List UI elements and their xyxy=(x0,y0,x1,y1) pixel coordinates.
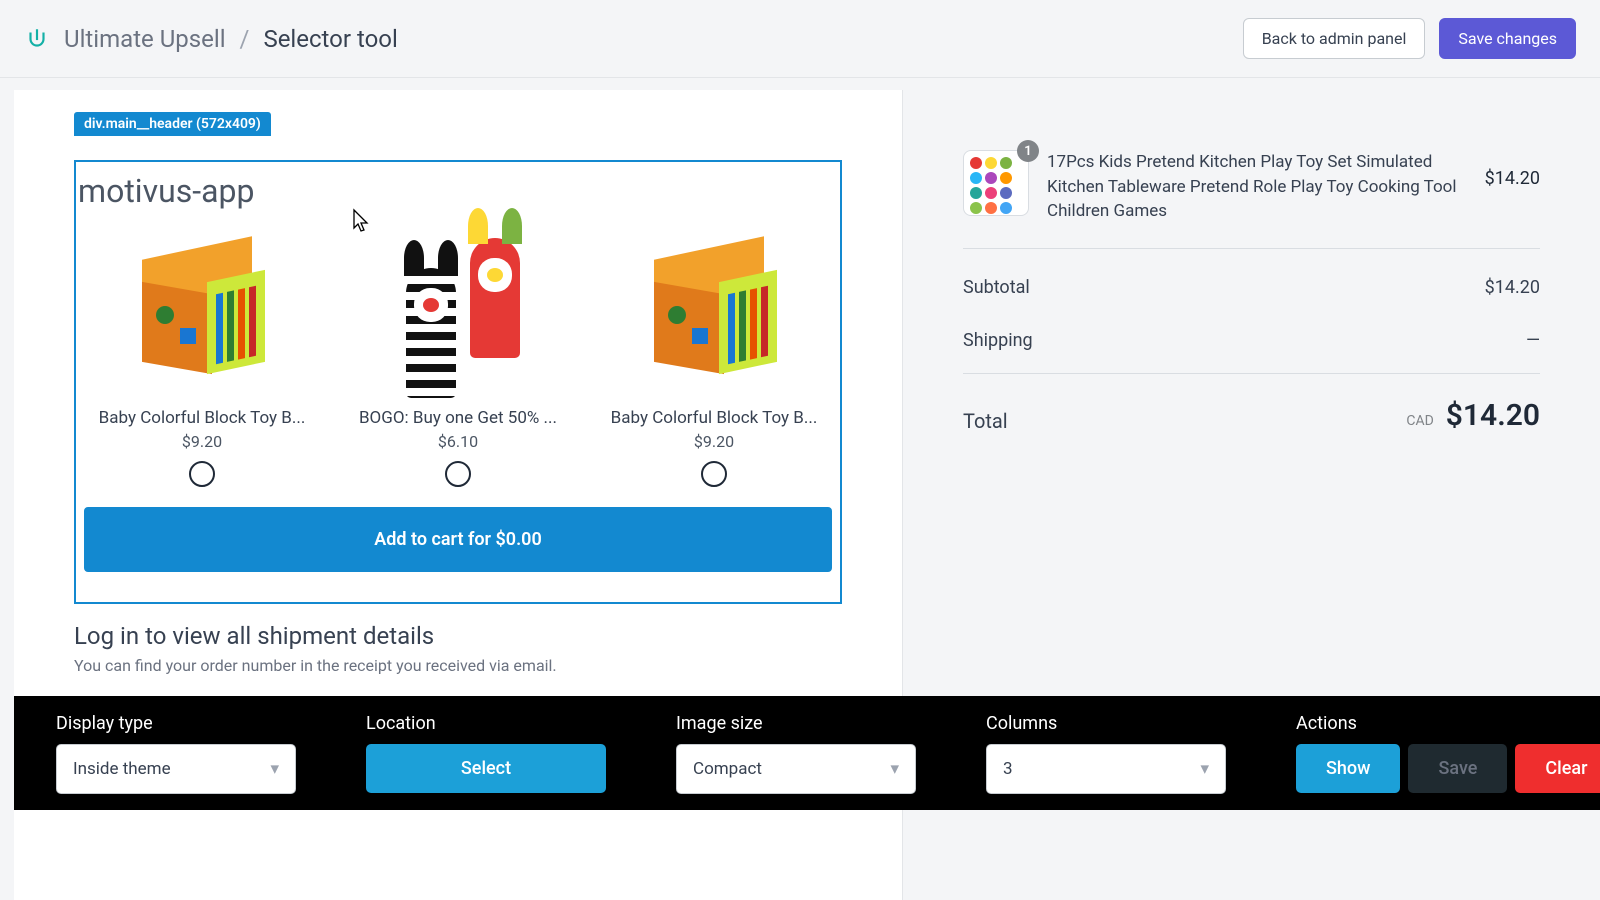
product-name: BOGO: Buy one Get 50% ... xyxy=(340,408,576,428)
breadcrumb-page: Selector tool xyxy=(263,25,397,53)
shipping-value: — xyxy=(1526,330,1540,351)
cart-line-item: 1 17Pcs Kids Pretend Kitchen Play Toy Se… xyxy=(963,150,1540,249)
subtotal-row: Subtotal $14.20 xyxy=(963,261,1540,314)
columns-group: Columns 3 ▾ xyxy=(986,713,1226,794)
image-size-label: Image size xyxy=(676,713,916,734)
display-type-value: Inside theme xyxy=(73,759,171,779)
image-size-value: Compact xyxy=(693,759,762,779)
product-card[interactable]: Baby Colorful Block Toy B... $9.20 xyxy=(84,228,320,487)
cart-thumbnail-wrap: 1 xyxy=(963,150,1029,216)
subtotal-value: $14.20 xyxy=(1485,277,1540,298)
cart-quantity-badge: 1 xyxy=(1017,140,1039,162)
back-to-admin-button[interactable]: Back to admin panel xyxy=(1243,18,1426,59)
product-image xyxy=(122,228,282,398)
cart-item-price: $14.20 xyxy=(1485,150,1540,189)
inspector-tooltip: div.main__header (572x409) xyxy=(74,112,271,136)
save-button[interactable]: Save xyxy=(1408,744,1507,793)
total-amount: $14.20 xyxy=(1446,398,1540,433)
display-type-select[interactable]: Inside theme ▾ xyxy=(56,744,296,794)
show-button[interactable]: Show xyxy=(1296,744,1400,793)
image-size-group: Image size Compact ▾ xyxy=(676,713,916,794)
add-to-cart-button[interactable]: Add to cart for $0.00 xyxy=(84,507,832,572)
total-label: Total xyxy=(963,409,1008,433)
selected-element-box[interactable]: motivus-app Baby Colorful Block Toy B...… xyxy=(74,160,842,604)
summary-block: Subtotal $14.20 Shipping — xyxy=(963,261,1540,374)
product-name: Baby Colorful Block Toy B... xyxy=(84,408,320,428)
columns-label: Columns xyxy=(986,713,1226,734)
shipping-row: Shipping — xyxy=(963,314,1540,367)
columns-value: 3 xyxy=(1003,759,1013,779)
breadcrumb-separator: / xyxy=(240,25,250,53)
actions-label: Actions xyxy=(1296,713,1600,734)
location-label: Location xyxy=(366,713,606,734)
product-price: $6.10 xyxy=(340,432,576,451)
product-select-radio[interactable] xyxy=(701,461,727,487)
save-changes-button[interactable]: Save changes xyxy=(1439,18,1576,59)
display-type-group: Display type Inside theme ▾ xyxy=(56,713,296,794)
breadcrumb: Ultimate Upsell / Selector tool xyxy=(24,25,398,53)
breadcrumb-brand[interactable]: Ultimate Upsell xyxy=(64,25,226,53)
clear-button[interactable]: Clear xyxy=(1515,744,1600,793)
location-group: Location Select xyxy=(366,713,606,793)
total-row: Total CAD $14.20 xyxy=(963,374,1540,433)
chevron-down-icon: ▾ xyxy=(1200,759,1209,779)
product-select-radio[interactable] xyxy=(445,461,471,487)
product-card[interactable]: Baby Colorful Block Toy B... $9.20 xyxy=(596,228,832,487)
login-subtext: You can find your order number in the re… xyxy=(74,656,842,675)
chevron-down-icon: ▾ xyxy=(890,759,899,779)
product-price: $9.20 xyxy=(84,432,320,451)
login-heading: Log in to view all shipment details xyxy=(74,622,842,650)
product-card[interactable]: BOGO: Buy one Get 50% ... $6.10 xyxy=(340,228,576,487)
shipping-label: Shipping xyxy=(963,330,1033,351)
control-bar: Display type Inside theme ▾ Location Sel… xyxy=(14,696,1600,810)
actions-group: Actions Show Save Clear xyxy=(1296,713,1600,793)
image-size-select[interactable]: Compact ▾ xyxy=(676,744,916,794)
product-select-radio[interactable] xyxy=(189,461,215,487)
cart-item-title: 17Pcs Kids Pretend Kitchen Play Toy Set … xyxy=(1047,150,1467,224)
total-currency: CAD xyxy=(1406,413,1433,429)
brand-logo-icon xyxy=(24,26,50,52)
location-select-button[interactable]: Select xyxy=(366,744,606,793)
subtotal-label: Subtotal xyxy=(963,277,1030,298)
cart-thumbnail xyxy=(963,150,1029,216)
chevron-down-icon: ▾ xyxy=(270,759,279,779)
topbar: Ultimate Upsell / Selector tool Back to … xyxy=(0,0,1600,78)
pointer-cursor-icon xyxy=(348,208,370,234)
app-title: motivus-app xyxy=(76,172,840,228)
display-type-label: Display type xyxy=(56,713,296,734)
topbar-actions: Back to admin panel Save changes xyxy=(1243,18,1576,59)
product-image xyxy=(378,228,538,398)
product-row: Baby Colorful Block Toy B... $9.20 BOGO:… xyxy=(76,228,840,487)
product-name: Baby Colorful Block Toy B... xyxy=(596,408,832,428)
product-image xyxy=(634,228,794,398)
columns-select[interactable]: 3 ▾ xyxy=(986,744,1226,794)
product-price: $9.20 xyxy=(596,432,832,451)
